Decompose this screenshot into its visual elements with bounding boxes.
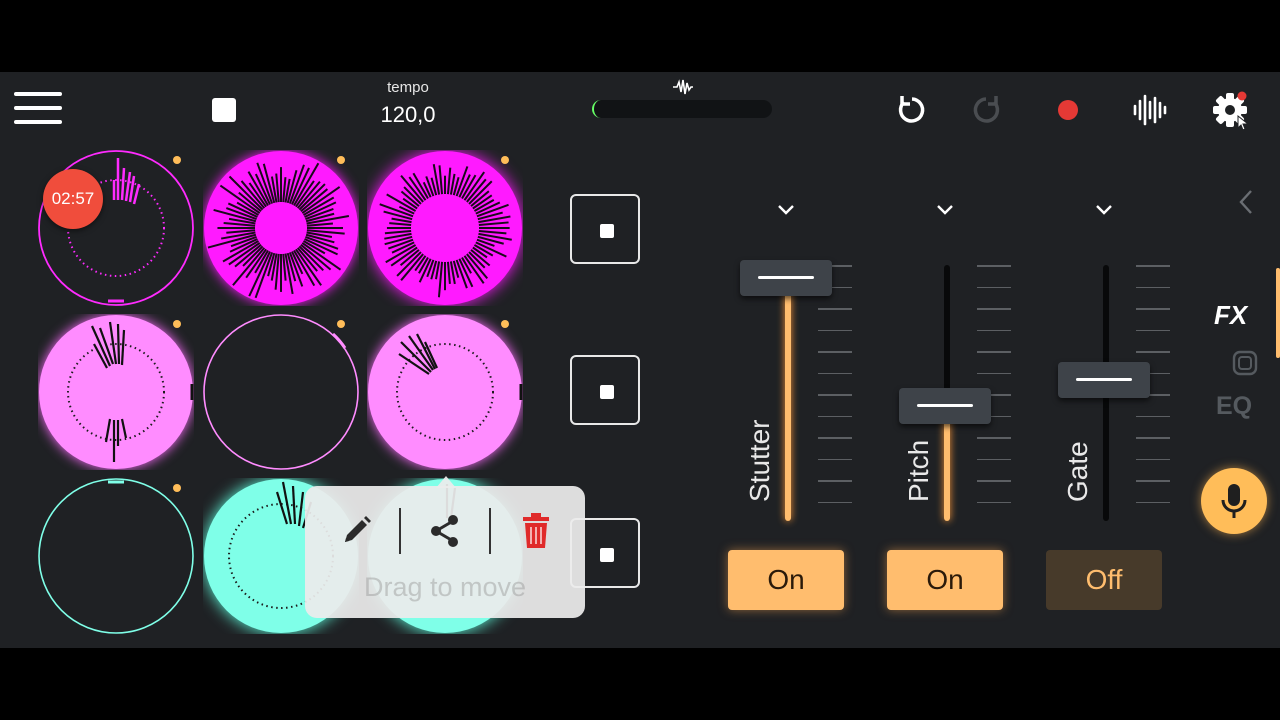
fader-tick bbox=[818, 394, 852, 396]
chevron-down-icon[interactable] bbox=[775, 202, 797, 218]
fader-tick bbox=[1136, 265, 1170, 267]
fader-tick bbox=[977, 480, 1011, 482]
edit-icon[interactable] bbox=[333, 508, 379, 554]
chevron-down-icon[interactable] bbox=[1093, 202, 1115, 218]
menu-icon[interactable] bbox=[14, 92, 62, 128]
app-screen: tempo 120,0 02:57 Drag to move Stutter P… bbox=[0, 72, 1280, 648]
fader-tick bbox=[977, 265, 1011, 267]
fader-knob[interactable] bbox=[1058, 362, 1150, 399]
fader-tick bbox=[1136, 437, 1170, 439]
microphone-icon bbox=[1221, 484, 1247, 518]
pad-indicator-dot bbox=[501, 156, 509, 164]
fader-tick bbox=[977, 458, 1011, 460]
settings-icon[interactable] bbox=[1210, 90, 1250, 130]
popup-separator bbox=[489, 508, 491, 554]
fader-tick bbox=[818, 480, 852, 482]
fader-tick bbox=[977, 308, 1011, 310]
eq-tab[interactable]: EQ bbox=[1216, 392, 1252, 421]
fader-knob[interactable] bbox=[899, 387, 991, 424]
stop-icon bbox=[600, 224, 614, 238]
fader-tick bbox=[977, 329, 1011, 331]
fader-tick bbox=[818, 329, 852, 331]
fader-tick bbox=[1136, 329, 1170, 331]
pad-2-2[interactable] bbox=[203, 314, 359, 470]
pitch-toggle-button[interactable]: On bbox=[887, 550, 1003, 610]
microphone-button[interactable] bbox=[1201, 468, 1267, 534]
fx-tab[interactable]: FX bbox=[1214, 300, 1247, 331]
stop-icon bbox=[600, 385, 614, 399]
pad-indicator-dot bbox=[173, 320, 181, 328]
fader-tick bbox=[818, 437, 852, 439]
pad-indicator-dot bbox=[173, 484, 181, 492]
fader-tick bbox=[1136, 480, 1170, 482]
pad-indicator-dot bbox=[501, 320, 509, 328]
tempo-label: tempo bbox=[387, 79, 429, 96]
fader-tick bbox=[977, 501, 1011, 503]
waveform-icon bbox=[673, 79, 693, 95]
popup-separator bbox=[399, 508, 401, 554]
fader-stutter: Stutter bbox=[740, 257, 870, 527]
fader-tick bbox=[1136, 458, 1170, 460]
pad-2-1[interactable] bbox=[38, 314, 194, 470]
row-1-stop-button[interactable] bbox=[570, 194, 640, 264]
recording-progress-bar bbox=[592, 100, 772, 118]
pad-indicator-dot bbox=[173, 156, 181, 164]
fader-gate: Gate bbox=[1058, 257, 1188, 527]
fx-tab-indicator bbox=[1276, 268, 1280, 358]
pad-1-2[interactable] bbox=[203, 150, 359, 306]
fader-tick bbox=[1136, 415, 1170, 417]
fader-tick bbox=[818, 372, 852, 374]
stutter-toggle-button[interactable]: On bbox=[728, 550, 844, 610]
stop-icon[interactable] bbox=[212, 98, 236, 122]
fader-tick bbox=[1136, 501, 1170, 503]
gate-toggle-button[interactable]: Off bbox=[1046, 550, 1162, 610]
pad-3-1[interactable] bbox=[38, 478, 194, 634]
timer-badge: 02:57 bbox=[43, 169, 103, 229]
pad-indicator-dot bbox=[337, 320, 345, 328]
chevron-down-icon[interactable] bbox=[934, 202, 956, 218]
fader-tick bbox=[818, 351, 852, 353]
pad-context-popup: Drag to move bbox=[305, 486, 585, 618]
pad-2-3[interactable] bbox=[367, 314, 523, 470]
audio-bars-icon[interactable] bbox=[1129, 90, 1169, 130]
fader-label: Pitch bbox=[903, 439, 934, 502]
delete-icon[interactable] bbox=[513, 508, 559, 554]
fader-tick bbox=[818, 501, 852, 503]
stop-icon bbox=[600, 548, 614, 562]
fader-tick bbox=[977, 286, 1011, 288]
fader-tick bbox=[1136, 351, 1170, 353]
fader-tick bbox=[977, 351, 1011, 353]
fader-knob[interactable] bbox=[740, 259, 832, 296]
chevron-left-icon[interactable] bbox=[1236, 188, 1256, 216]
fader-ticks bbox=[818, 257, 852, 527]
pad-indicator-dot bbox=[337, 156, 345, 164]
undo-icon[interactable] bbox=[892, 90, 932, 130]
row-2-stop-button[interactable] bbox=[570, 355, 640, 425]
share-icon[interactable] bbox=[422, 508, 468, 554]
tempo-value[interactable]: 120,0 bbox=[358, 102, 458, 128]
fader-tick bbox=[818, 415, 852, 417]
fader-tick bbox=[977, 437, 1011, 439]
fader-pitch: Pitch bbox=[899, 257, 1029, 527]
pad-1-3[interactable] bbox=[367, 150, 523, 306]
fader-label: Gate bbox=[1062, 441, 1093, 502]
fader-fill bbox=[785, 277, 791, 521]
loop-square-icon[interactable] bbox=[1232, 350, 1258, 376]
fader-label: Stutter bbox=[744, 419, 775, 502]
fader-tick bbox=[1136, 286, 1170, 288]
fader-tick bbox=[977, 372, 1011, 374]
fader-tick bbox=[1136, 308, 1170, 310]
fader-tick bbox=[818, 458, 852, 460]
fader-tick bbox=[818, 308, 852, 310]
drag-to-move-hint: Drag to move bbox=[363, 572, 527, 602]
record-icon[interactable] bbox=[1048, 90, 1088, 130]
redo-icon[interactable] bbox=[966, 90, 1006, 130]
